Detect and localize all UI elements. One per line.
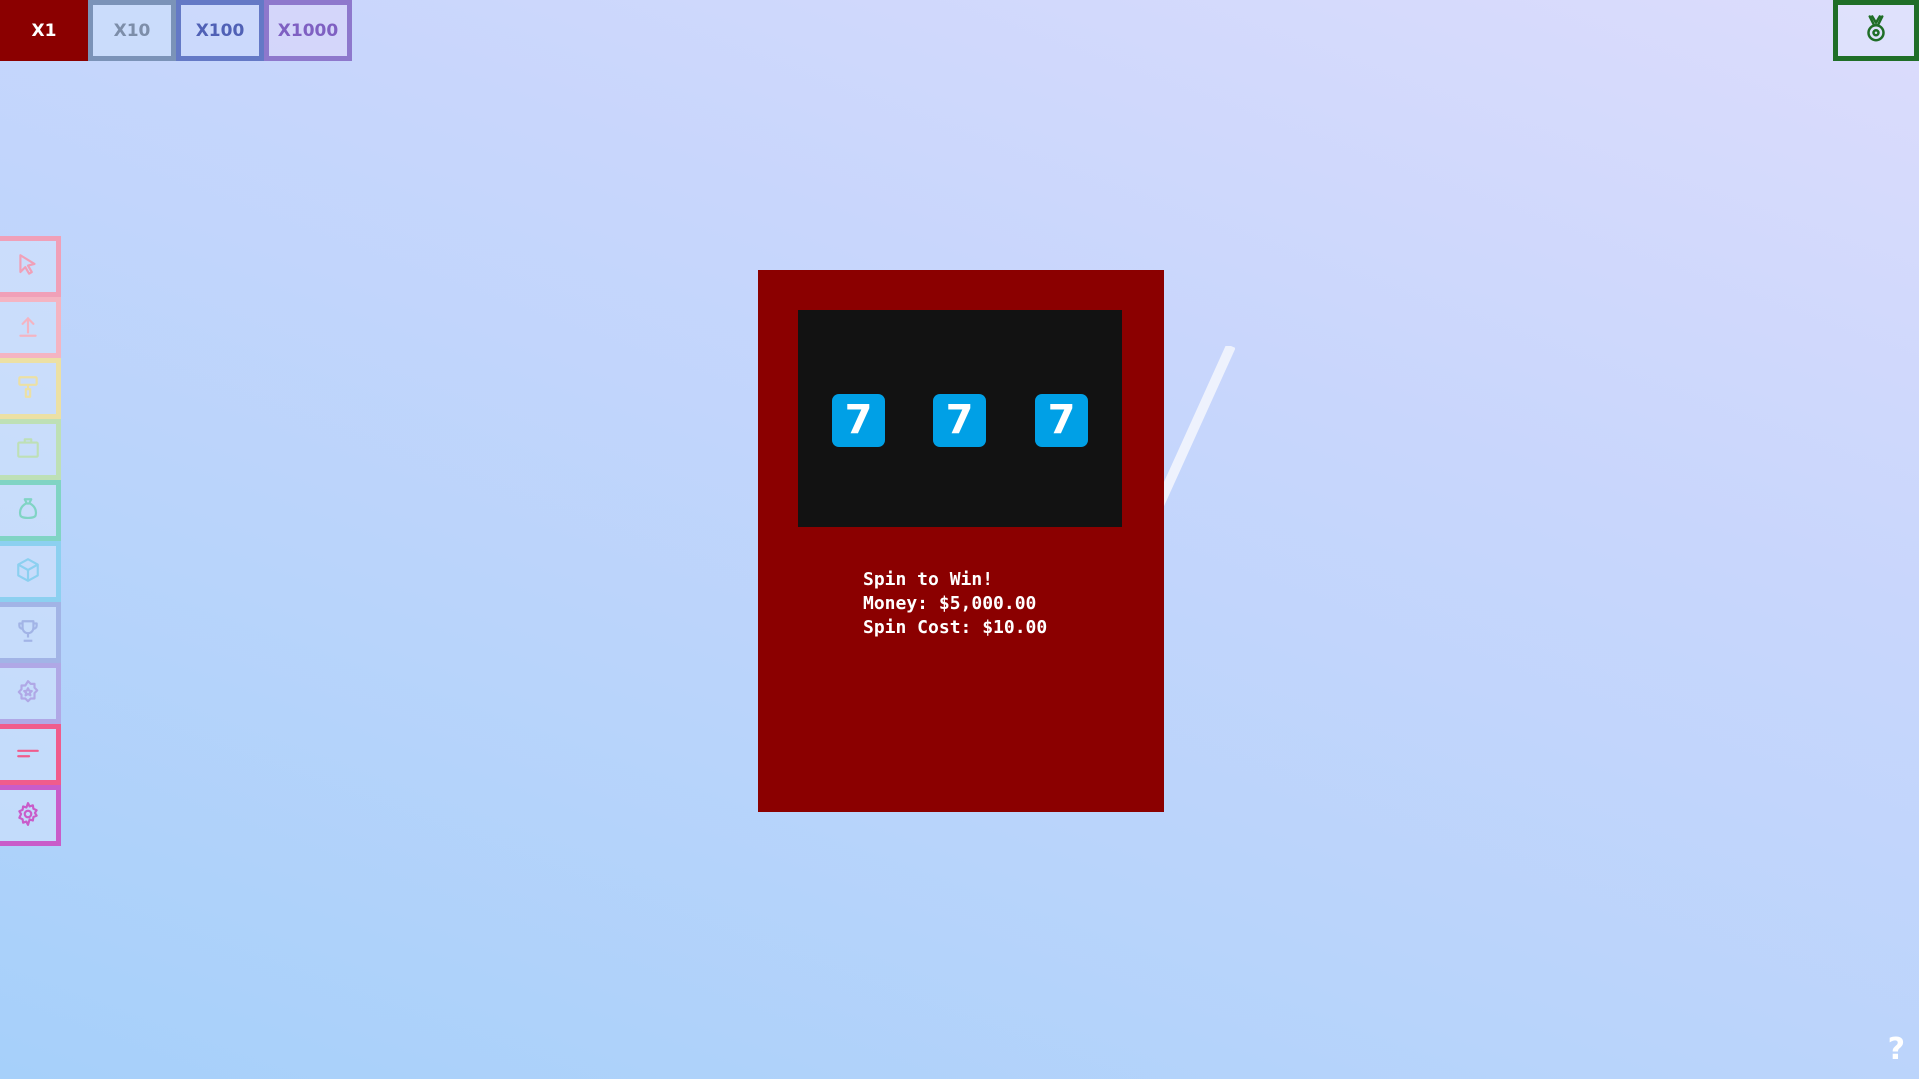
multiplier-x100-button[interactable]: X100 (176, 0, 264, 61)
money-bag-icon (15, 496, 41, 526)
machine-info: Spin to Win! Money: $5,000.00 Spin Cost: $… (863, 568, 1047, 640)
sidebar-item-stats[interactable] (0, 724, 61, 785)
star-badge-icon (15, 679, 41, 709)
sidebar-item-jobs[interactable] (0, 419, 61, 480)
sidebar-item-trophies[interactable] (0, 602, 61, 663)
reel-3: 7 (1035, 394, 1088, 447)
multiplier-x1-button[interactable]: X1 (0, 0, 88, 61)
multiplier-x1000-button[interactable]: X1000 (264, 0, 352, 61)
gear-icon (15, 801, 41, 831)
paint-roller-icon (15, 374, 41, 404)
sidebar-item-paint[interactable] (0, 358, 61, 419)
multiplier-x10-button[interactable]: X10 (88, 0, 176, 61)
medal-icon (1861, 14, 1891, 48)
sidebar-item-cursor[interactable] (0, 236, 61, 297)
reel-2: 7 (933, 394, 986, 447)
menu-lines-icon (15, 740, 41, 770)
money-text: Money: $5,000.00 (863, 593, 1037, 614)
status-text: Spin to Win! (863, 569, 994, 590)
cube-icon (15, 557, 41, 587)
sidebar-item-prestige[interactable] (0, 663, 61, 724)
sidebar-item-upgrade[interactable] (0, 297, 61, 358)
reel-1: 7 (832, 394, 885, 447)
slot-machine: 7 7 7 Spin to Win! Money: $5,000.00 Spin C… (758, 270, 1164, 812)
upload-arrow-icon (15, 313, 41, 343)
sidebar (0, 236, 61, 846)
reel-window[interactable]: 7 7 7 (798, 310, 1122, 527)
spin-cost-text: Spin Cost: $10.00 (863, 617, 1048, 638)
sidebar-item-settings[interactable] (0, 785, 61, 846)
trophy-icon (15, 618, 41, 648)
cursor-icon (15, 252, 41, 282)
achievements-button[interactable] (1833, 0, 1919, 61)
sidebar-item-boxes[interactable] (0, 541, 61, 602)
briefcase-icon (15, 435, 41, 465)
help-button[interactable]: ? (1888, 1032, 1905, 1067)
sidebar-item-money[interactable] (0, 480, 61, 541)
